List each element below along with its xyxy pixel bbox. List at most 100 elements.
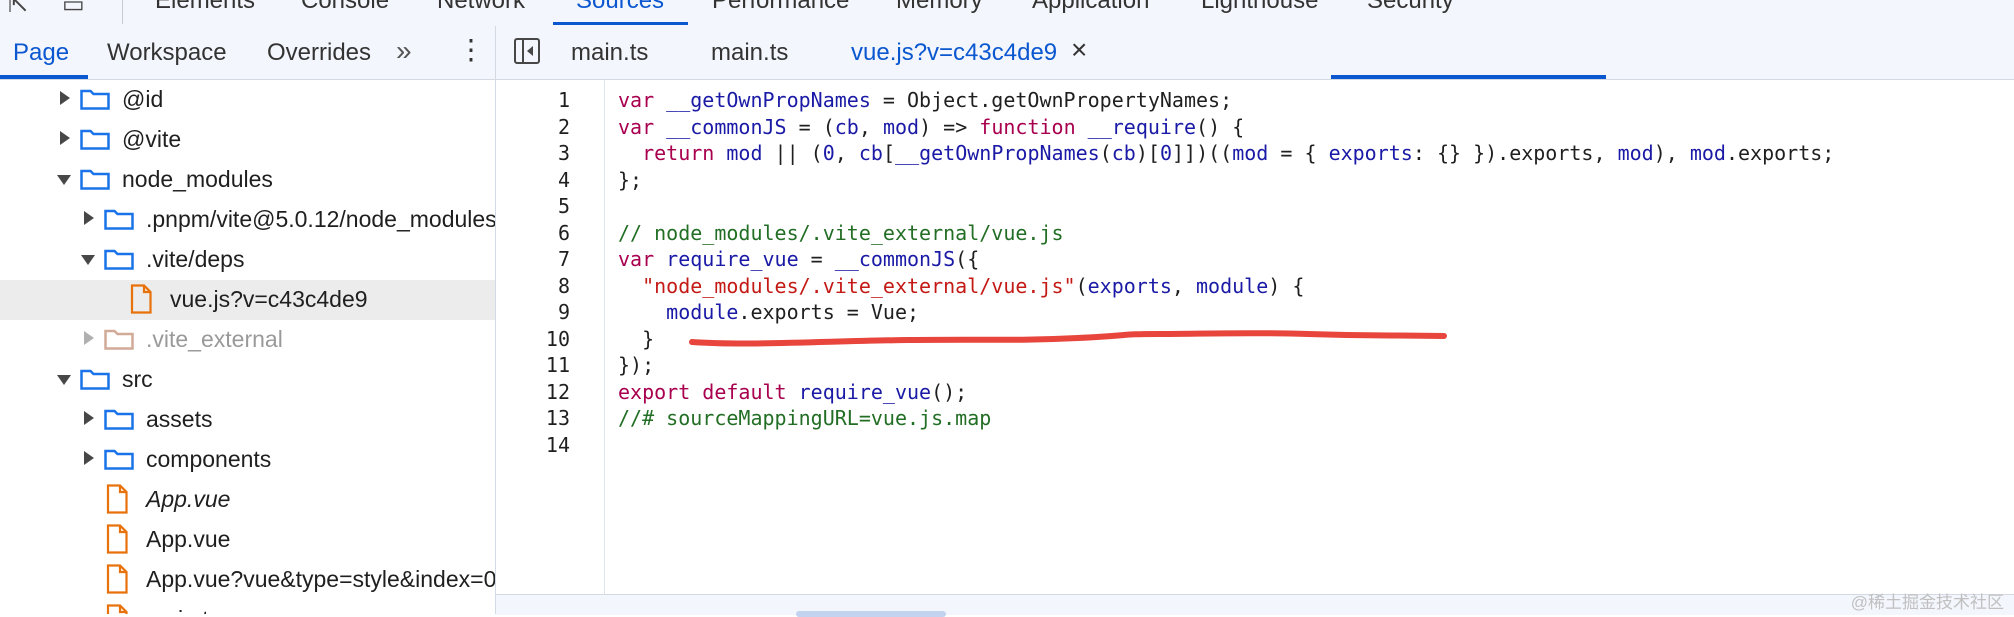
folder-icon: [80, 129, 110, 150]
folder-open-icon: [80, 169, 110, 190]
tree-item-main-ts-file[interactable]: main.ts: [0, 600, 495, 614]
line-number[interactable]: 13: [496, 406, 570, 430]
line-number[interactable]: 2: [496, 115, 570, 139]
inspect-element-icon[interactable]: ⇱: [8, 0, 28, 19]
folder-open-icon: [104, 249, 134, 270]
code-line[interactable]: var __getOwnPropNames = Object.getOwnPro…: [618, 88, 1232, 112]
tab-application[interactable]: Application: [1032, 0, 1149, 15]
code-line[interactable]: return mod || (0, cb[__getOwnPropNames(c…: [618, 141, 1834, 165]
code-line[interactable]: export default require_vue();: [618, 380, 967, 404]
tree-item-label: src: [122, 366, 153, 392]
expand-arrow-icon[interactable]: [84, 211, 94, 225]
code-line[interactable]: };: [618, 168, 642, 192]
file-tree: @id @vite node_modules .pnpm/vite@5.0.12…: [0, 80, 495, 614]
expand-arrow-icon[interactable]: [60, 131, 70, 145]
tree-item-label: main.ts: [146, 606, 220, 614]
tree-item-vue-js-file[interactable]: vue.js?v=c43c4de9: [0, 280, 495, 320]
tree-item-label: App.vue: [146, 526, 231, 552]
code-line[interactable]: //# sourceMappingURL=vue.js.map: [618, 406, 991, 430]
tab-console[interactable]: Console: [301, 0, 389, 15]
line-number[interactable]: 10: [496, 327, 570, 351]
tree-item-label: vue.js?v=c43c4de9: [170, 286, 368, 312]
line-number[interactable]: 12: [496, 380, 570, 404]
folder-icon: [104, 449, 134, 470]
tab-memory[interactable]: Memory: [896, 0, 983, 15]
code-line[interactable]: var __commonJS = (cb, mod) => function _…: [618, 115, 1244, 139]
tab-security[interactable]: Security: [1367, 0, 1454, 15]
line-number[interactable]: 7: [496, 247, 570, 271]
tree-item-vite-deps-folder[interactable]: .vite/deps: [0, 240, 495, 280]
tree-item-node-modules-folder[interactable]: node_modules: [0, 160, 495, 200]
expand-arrow-icon[interactable]: [84, 331, 94, 345]
more-options-kebab-icon[interactable]: ⋮: [457, 36, 485, 64]
tree-item-components-folder[interactable]: components: [0, 440, 495, 480]
code-line[interactable]: var require_vue = __commonJS({: [618, 247, 979, 271]
line-number[interactable]: 4: [496, 168, 570, 192]
active-tab-indicator: [553, 22, 688, 25]
active-nav-tab-indicator: [0, 75, 88, 79]
editor-status-bar: [496, 594, 2014, 617]
line-number[interactable]: 9: [496, 300, 570, 324]
line-number[interactable]: 8: [496, 274, 570, 298]
expand-arrow-icon[interactable]: [84, 451, 94, 465]
tree-item-assets-folder[interactable]: assets: [0, 400, 495, 440]
file-icon: [106, 564, 128, 594]
collapse-arrow-icon[interactable]: [57, 175, 71, 185]
toggle-navigator-icon[interactable]: [514, 38, 540, 64]
device-toolbar-icon[interactable]: ▭: [62, 0, 85, 19]
tree-item-id-folder[interactable]: @id: [0, 80, 495, 120]
collapse-arrow-icon[interactable]: [81, 255, 95, 265]
line-number[interactable]: 11: [496, 353, 570, 377]
tree-item-vite-external-folder[interactable]: .vite_external: [0, 320, 495, 360]
line-number[interactable]: 3: [496, 141, 570, 165]
editor-tabbar: main.ts main.ts vue.js?v=c43c4de9 ×: [496, 26, 2014, 80]
line-number-gutter[interactable]: 1 2 3 4 5 6 7 8 9 10 11 12 13 14: [496, 80, 605, 594]
editor-tab-vue-js[interactable]: vue.js?v=c43c4de9: [851, 39, 1057, 67]
line-number[interactable]: 14: [496, 433, 570, 457]
expand-arrow-icon[interactable]: [60, 91, 70, 105]
tree-item-app-vue-style-file[interactable]: App.vue?vue&type=style&index=0&lang.css: [0, 560, 495, 600]
folder-icon: [80, 89, 110, 110]
tab-overrides[interactable]: Overrides: [267, 39, 371, 67]
tab-sources[interactable]: Sources: [576, 0, 664, 15]
tab-elements[interactable]: Elements: [155, 0, 255, 15]
code-line[interactable]: module.exports = Vue;: [618, 300, 919, 324]
code-line[interactable]: "node_modules/.vite_external/vue.js"(exp…: [618, 274, 1304, 298]
code-line[interactable]: });: [618, 353, 654, 377]
tree-item-vite-folder[interactable]: @vite: [0, 120, 495, 160]
tab-page[interactable]: Page: [13, 39, 69, 67]
tab-workspace[interactable]: Workspace: [107, 39, 227, 67]
expand-arrow-icon[interactable]: [84, 411, 94, 425]
code-line[interactable]: }: [618, 327, 654, 351]
more-tabs-chevron-icon[interactable]: »: [396, 35, 412, 67]
devtools-main-tabbar: ⇱ ▭ Elements Console Network Sources Per…: [0, 0, 2014, 27]
navigator-tabbar: Page Workspace Overrides » ⋮: [0, 26, 495, 80]
tree-item-pnpm-folder[interactable]: .pnpm/vite@5.0.12/node_modules: [0, 200, 495, 240]
line-number[interactable]: 5: [496, 194, 570, 218]
line-number[interactable]: 1: [496, 88, 570, 112]
tree-item-src-folder[interactable]: src: [0, 360, 495, 400]
collapse-arrow-icon[interactable]: [57, 375, 71, 385]
line-number[interactable]: 6: [496, 221, 570, 245]
tree-item-label: App.vue?vue&type=style&index=0&lang.css: [146, 566, 495, 592]
tree-item-label: assets: [146, 406, 213, 432]
tab-lighthouse[interactable]: Lighthouse: [1201, 0, 1318, 15]
tree-item-label: components: [146, 446, 272, 472]
scroll-indicator[interactable]: [796, 611, 946, 617]
editor-tab-main-ts[interactable]: main.ts: [571, 39, 648, 67]
tab-performance[interactable]: Performance: [712, 0, 849, 15]
tab-network[interactable]: Network: [437, 0, 525, 15]
code-line[interactable]: // node_modules/.vite_external/vue.js: [618, 221, 1064, 245]
tree-item-label: node_modules: [122, 166, 273, 192]
tree-item-label: @id: [122, 86, 164, 112]
close-tab-icon[interactable]: ×: [1071, 36, 1087, 64]
watermark: @稀土掘金技术社区: [1850, 593, 2004, 612]
file-icon: [106, 524, 128, 554]
tree-item-app-vue-italic-file[interactable]: App.vue: [0, 480, 495, 520]
tree-item-label: .vite/deps: [146, 246, 245, 272]
tree-item-label: .vite_external: [146, 326, 283, 352]
editor-tab-main-ts-2[interactable]: main.ts: [711, 39, 788, 67]
file-icon: [130, 284, 152, 314]
tree-item-app-vue-file[interactable]: App.vue: [0, 520, 495, 560]
file-icon: [106, 604, 128, 614]
